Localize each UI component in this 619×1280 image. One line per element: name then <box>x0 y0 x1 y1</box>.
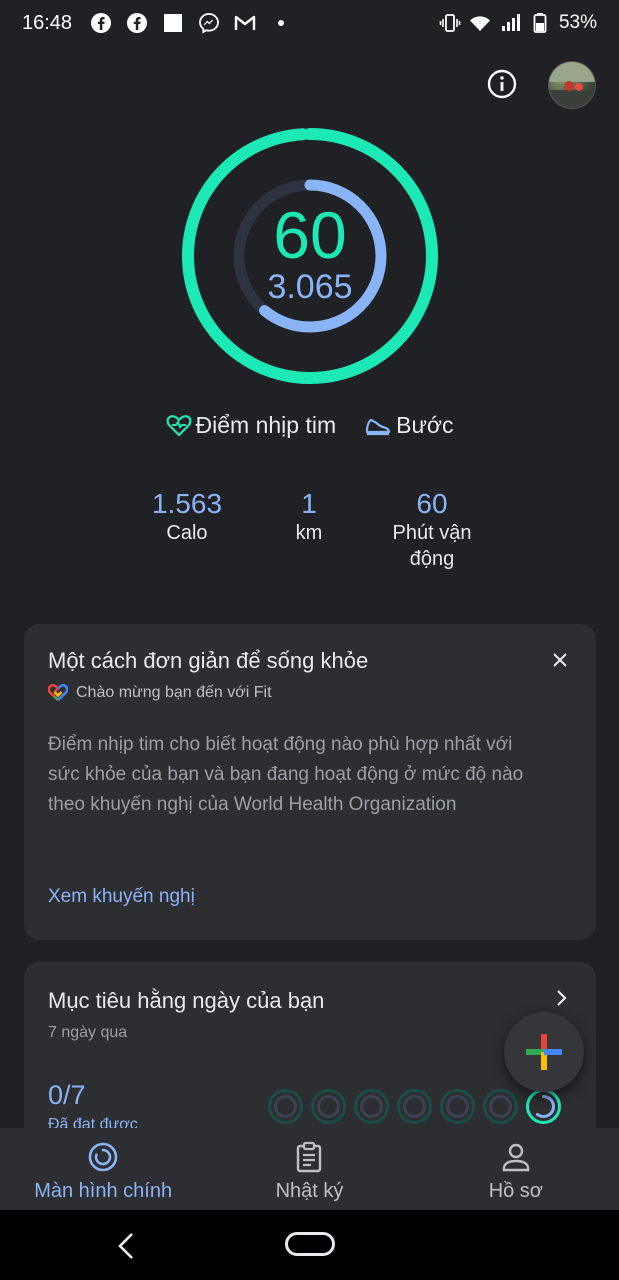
legend-heart-points: Điểm nhịp tim <box>166 412 337 439</box>
signal-icon <box>499 12 521 34</box>
battery-percent: 53% <box>558 12 597 33</box>
status-right: 53% <box>439 12 597 34</box>
home-pill-button[interactable] <box>285 1232 335 1256</box>
stat-value: 60 <box>416 488 448 519</box>
back-icon[interactable] <box>112 1230 140 1262</box>
facebook-icon <box>126 12 148 34</box>
rings-legend: Điểm nhịp tim Bước <box>0 412 619 439</box>
battery-icon <box>529 12 551 34</box>
clipboard-icon <box>292 1140 326 1174</box>
stat-value: 1.563 <box>151 488 223 519</box>
welcome-card-title: Một cách đơn giản để sống khỏe <box>48 648 369 673</box>
dot-icon <box>270 12 292 34</box>
heart-points-value: 60 <box>273 198 347 272</box>
stat-value: 1 <box>301 488 317 519</box>
status-left: 16:48 <box>22 12 292 35</box>
steps-value: 3.065 <box>267 268 353 306</box>
see-recommendations-link[interactable]: Xem khuyến nghị <box>48 886 195 908</box>
avatar[interactable] <box>548 61 596 109</box>
daily-goals-title: Mục tiêu hằng ngày của bạn <box>48 988 325 1013</box>
welcome-card[interactable]: Một cách đơn giản để sống khỏe Chào mừng… <box>24 624 596 940</box>
home-ring-icon <box>86 1140 120 1174</box>
nav-profile-label: Hồ sơ <box>488 1180 543 1202</box>
legend-steps-label: Bước <box>396 412 454 438</box>
info-button[interactable] <box>484 66 520 102</box>
system-navigation-bar <box>0 1210 619 1280</box>
stat-move-minutes: 60 Phút vận động <box>380 488 484 572</box>
welcome-card-subtitle: Chào mừng bạn đến với Fit <box>48 684 272 702</box>
add-activity-button[interactable] <box>504 1012 584 1092</box>
ring-center: 60 3.065 <box>180 126 440 386</box>
daily-goals-subtitle: 7 ngày qua <box>48 1024 128 1041</box>
nav-home-label: Màn hình chính <box>34 1180 173 1202</box>
facebook-icon <box>90 12 112 34</box>
vibrate-icon <box>439 12 461 34</box>
stat-label: Calo <box>166 522 208 545</box>
welcome-card-subtitle-text: Chào mừng bạn đến với Fit <box>76 684 272 701</box>
google-fit-heart-icon <box>48 684 68 701</box>
close-icon <box>553 653 567 667</box>
shoe-icon <box>366 418 391 435</box>
heart-icon <box>166 414 192 437</box>
stat-distance: 1 km <box>269 488 349 546</box>
nav-journal-label: Nhật ký <box>275 1180 344 1202</box>
bottom-navigation: Màn hình chính Nhật ký Hồ sơ <box>0 1128 619 1210</box>
person-icon <box>499 1140 533 1174</box>
square-icon <box>162 12 184 34</box>
stat-label: km <box>295 522 323 545</box>
plus-icon <box>526 1034 562 1070</box>
legend-heart-label: Điểm nhịp tim <box>195 412 337 438</box>
close-button[interactable] <box>548 648 572 672</box>
gmail-icon <box>234 12 256 34</box>
chevron-right-icon[interactable] <box>554 988 570 1008</box>
welcome-card-body: Điểm nhịp tim cho biết hoạt động nào phù… <box>48 734 524 815</box>
nav-home[interactable]: Màn hình chính <box>0 1128 206 1210</box>
status-time: 16:48 <box>22 11 73 34</box>
nav-profile[interactable]: Hồ sơ <box>413 1128 619 1210</box>
status-bar: 16:48 53% <box>0 0 619 46</box>
goals-achieved-count: 0/7 <box>48 1080 86 1110</box>
legend-steps: Bước <box>364 412 453 439</box>
messenger-icon <box>198 12 220 34</box>
nav-journal[interactable]: Nhật ký <box>206 1128 412 1210</box>
info-icon <box>487 69 517 99</box>
stat-label: Phút vận động <box>392 522 472 571</box>
stat-calories: 1.563 Calo <box>137 488 237 546</box>
wifi-icon <box>469 12 491 34</box>
